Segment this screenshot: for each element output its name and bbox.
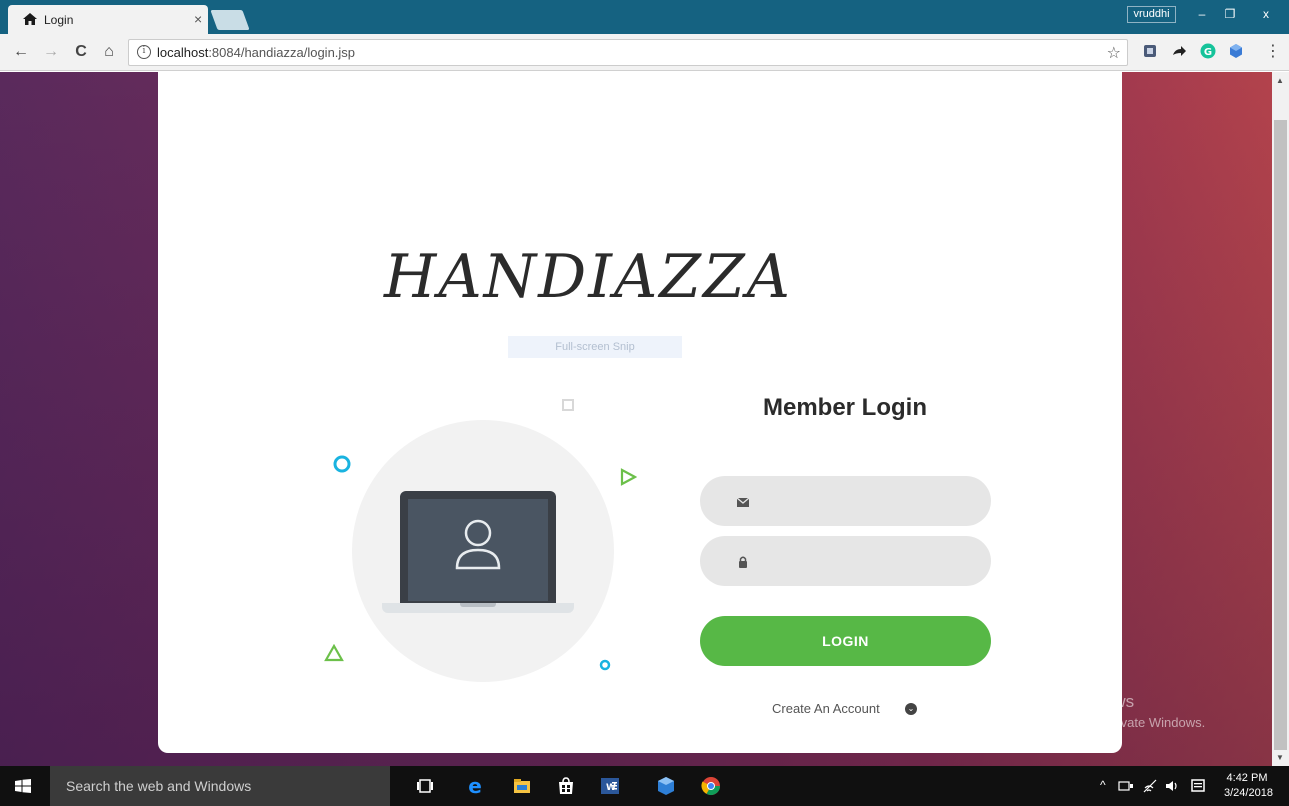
url-host: localhost bbox=[157, 45, 209, 60]
laptop-notch bbox=[460, 603, 496, 607]
virtualbox-icon[interactable] bbox=[656, 776, 676, 796]
address-bar[interactable]: i localhost:8084/handiazza/login.jsp ☆ bbox=[128, 39, 1128, 66]
explorer-icon[interactable] bbox=[512, 776, 532, 796]
volume-icon[interactable] bbox=[1164, 778, 1180, 794]
tab-close-icon[interactable]: × bbox=[194, 11, 202, 27]
network-icon[interactable] bbox=[1118, 778, 1134, 794]
circle-decoration-icon bbox=[333, 455, 351, 473]
tab-title: Login bbox=[44, 13, 74, 27]
brand-logo: HANDIAZZA bbox=[384, 242, 792, 312]
home-button[interactable]: ⌂ bbox=[100, 43, 118, 61]
page-viewport: HANDIAZZA Full-screen Snip Member Login … bbox=[0, 72, 1272, 766]
browser-tab-strip: Login × vruddhi – ❐ x bbox=[0, 0, 1289, 34]
windows-taskbar: Search the web and Windows e W ^ 4:42 PM… bbox=[0, 766, 1289, 806]
forward-button[interactable]: → bbox=[42, 43, 60, 61]
activate-windows-watermark: Activate Windows Go to Settings to activ… bbox=[1000, 692, 1205, 730]
browser-tab-login[interactable]: Login × bbox=[8, 5, 208, 34]
new-tab-button[interactable] bbox=[210, 10, 250, 30]
svg-text:G: G bbox=[1204, 47, 1212, 58]
mail-icon bbox=[736, 497, 750, 507]
svg-text:e: e bbox=[468, 776, 482, 796]
wifi-icon[interactable] bbox=[1142, 778, 1158, 794]
back-button[interactable]: ← bbox=[12, 43, 30, 61]
chevron-down-icon[interactable]: ⌄ bbox=[905, 703, 917, 715]
info-icon[interactable]: i bbox=[137, 45, 151, 59]
page-scrollbar[interactable]: ▲ ▼ bbox=[1272, 72, 1289, 766]
extension-square-icon[interactable] bbox=[1142, 43, 1158, 59]
star-icon[interactable]: ☆ bbox=[1107, 43, 1121, 63]
clock-time: 4:42 PM bbox=[1226, 772, 1268, 784]
url-text: localhost:8084/handiazza/login.jsp bbox=[157, 45, 355, 60]
lock-icon bbox=[739, 556, 747, 568]
url-path: :8084/handiazza/login.jsp bbox=[208, 45, 356, 60]
tray-chevron-up-icon[interactable]: ^ bbox=[1100, 778, 1106, 792]
scroll-thumb[interactable] bbox=[1274, 120, 1287, 750]
taskbar-clock[interactable]: 4:42 PM 3/24/2018 bbox=[1224, 771, 1273, 801]
login-title: Member Login bbox=[762, 394, 927, 421]
action-center-icon[interactable] bbox=[1190, 778, 1206, 794]
browser-toolbar: ← → C ⌂ i localhost:8084/handiazza/login… bbox=[0, 34, 1289, 71]
store-icon[interactable] bbox=[556, 776, 576, 796]
grammarly-icon[interactable]: G bbox=[1200, 43, 1216, 59]
triangle-up-decoration-icon bbox=[324, 644, 344, 662]
scroll-down-arrow-icon[interactable]: ▼ bbox=[1276, 753, 1284, 762]
login-card: HANDIAZZA Full-screen Snip Member Login … bbox=[158, 72, 1122, 753]
activate-subtitle: Go to Settings to activate Windows. bbox=[1000, 715, 1206, 730]
triangle-right-decoration-icon bbox=[620, 468, 637, 486]
windows-start-icon[interactable] bbox=[15, 779, 31, 793]
clock-date: 3/24/2018 bbox=[1224, 787, 1273, 799]
square-decoration-icon bbox=[562, 399, 574, 411]
create-account-link[interactable]: Create An Account bbox=[772, 701, 880, 716]
edge-icon[interactable]: e bbox=[465, 776, 485, 796]
share-arrow-icon[interactable] bbox=[1171, 43, 1187, 59]
extension-cube-icon[interactable] bbox=[1228, 43, 1244, 59]
task-view-icon[interactable] bbox=[415, 776, 435, 796]
minimize-button[interactable]: – bbox=[1190, 4, 1214, 24]
user-icon bbox=[455, 519, 501, 570]
small-circle-decoration-icon bbox=[599, 659, 611, 671]
close-window-button[interactable]: x bbox=[1254, 4, 1278, 24]
chrome-icon[interactable] bbox=[701, 776, 721, 796]
scroll-up-arrow-icon[interactable]: ▲ bbox=[1276, 76, 1284, 85]
snip-overlay-label: Full-screen Snip bbox=[508, 336, 682, 358]
word-icon[interactable]: W bbox=[600, 776, 620, 796]
profile-badge[interactable]: vruddhi bbox=[1127, 6, 1176, 23]
login-button[interactable]: LOGIN bbox=[700, 616, 991, 666]
reload-button[interactable]: C bbox=[72, 43, 90, 61]
taskbar-search-input[interactable]: Search the web and Windows bbox=[50, 766, 390, 806]
activate-title: Activate Windows bbox=[1000, 692, 1135, 711]
home-icon bbox=[23, 13, 37, 25]
browser-menu-button[interactable]: ⋮ bbox=[1264, 43, 1282, 61]
restore-button[interactable]: ❐ bbox=[1218, 4, 1242, 24]
